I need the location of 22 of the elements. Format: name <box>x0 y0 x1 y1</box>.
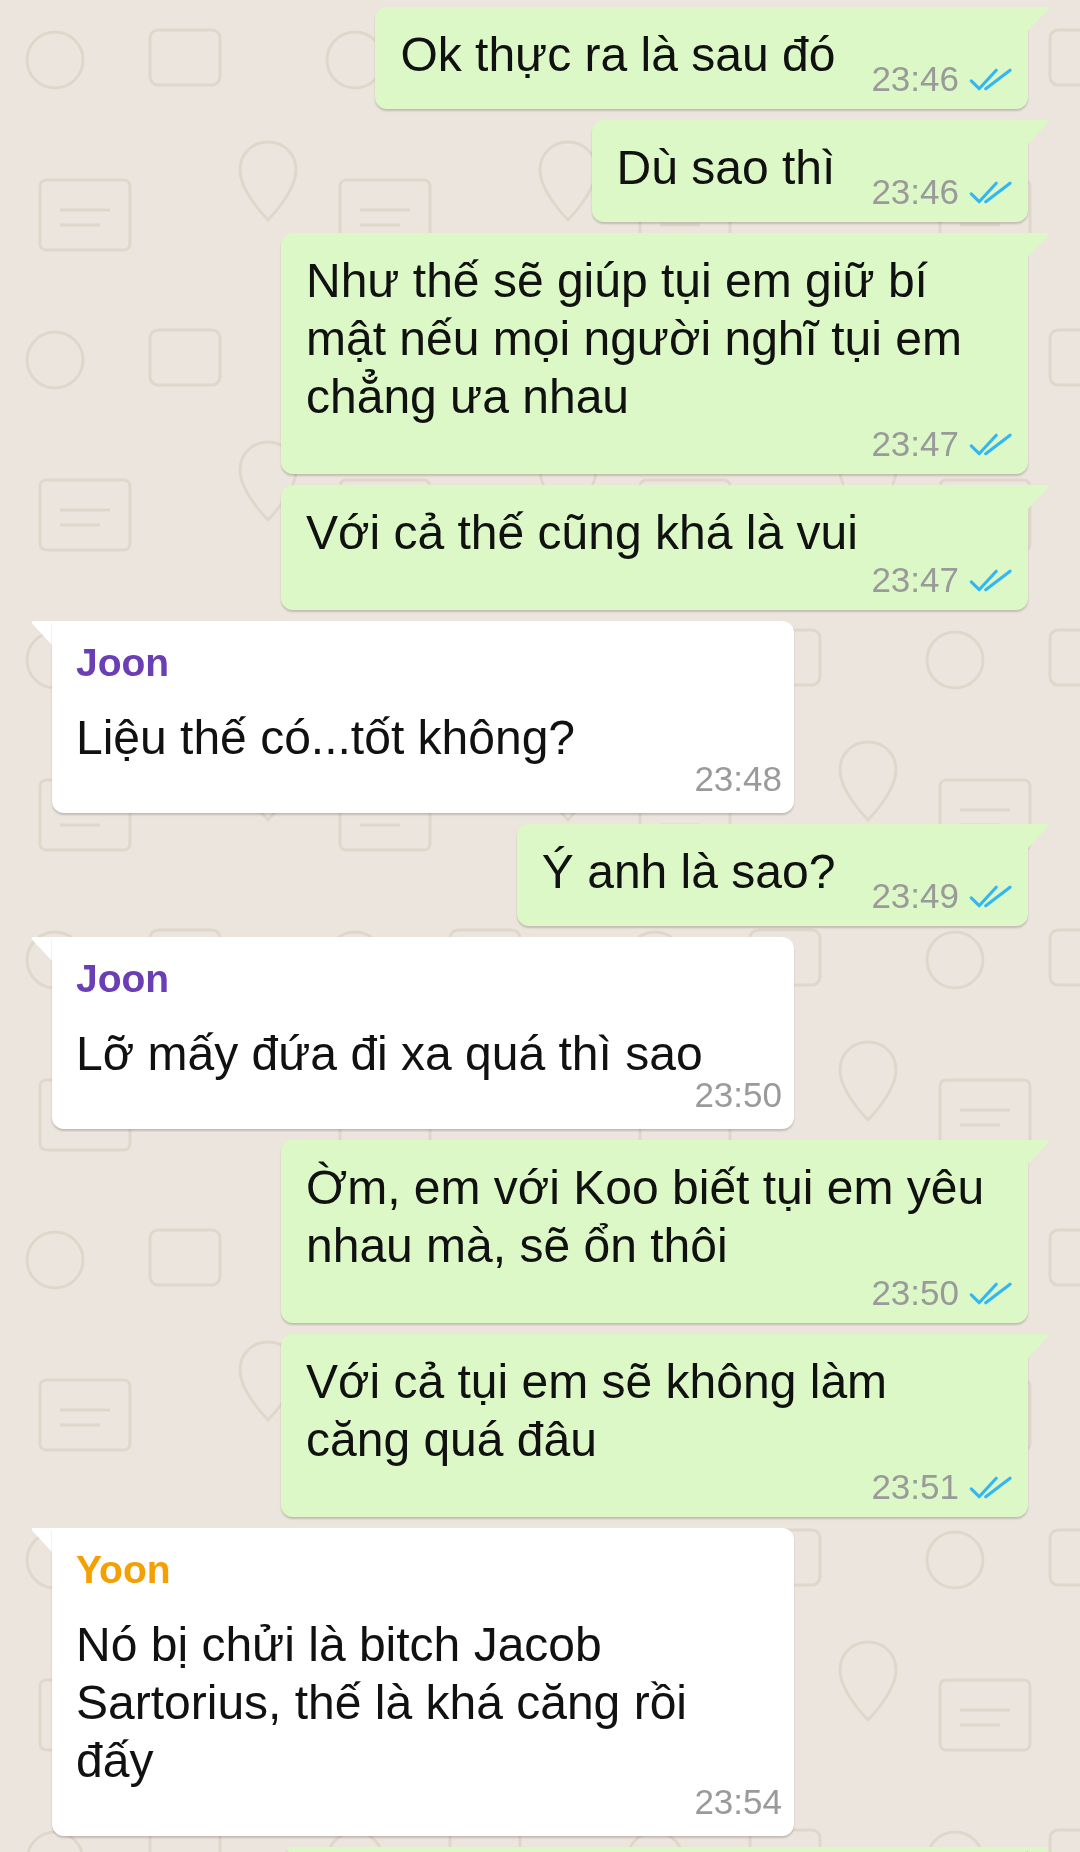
timestamp: 23:51 <box>871 1469 959 1505</box>
message-text: Với cả tụi em sẽ không làm căng quá đâu <box>306 1354 889 1468</box>
timestamp: 23:48 <box>694 761 782 797</box>
timestamp: 23:49 <box>871 878 959 914</box>
message-text: Như thế sẽ giúp tụi em giữ bí mật nếu mọi người nghĩ tụi em chẳng ưa nhau <box>306 253 963 425</box>
bubble-tail <box>1028 1847 1050 1852</box>
message-text: Ờm, em với Koo biết tụi em yêu nhau mà, sẽ ổn thôi <box>306 1160 986 1274</box>
message-text: Ý anh là sao? <box>541 844 836 900</box>
message-text: Với cả thế cũng khá là vui <box>306 505 858 561</box>
message-text: Ok thực ra là sau đó <box>400 27 836 83</box>
timestamp: 23:46 <box>871 61 959 97</box>
timestamp: 23:47 <box>871 426 959 462</box>
timestamp: 23:50 <box>871 1275 959 1311</box>
timestamp: 23:47 <box>871 562 959 598</box>
message-text: Liệu thế có...tốt không? <box>76 710 577 766</box>
timestamp: 23:46 <box>871 174 959 210</box>
sender-name: Joon <box>76 957 171 1001</box>
message-text: Dù sao thì <box>616 140 836 196</box>
sender-name: Yoon <box>76 1548 172 1592</box>
sender-name: Joon <box>76 641 171 685</box>
message-text: Nó bị chửi là bitch Jacob Sartorius, thế là khá căng rồi đấy <box>76 1617 688 1789</box>
timestamp: 23:54 <box>694 1784 782 1820</box>
